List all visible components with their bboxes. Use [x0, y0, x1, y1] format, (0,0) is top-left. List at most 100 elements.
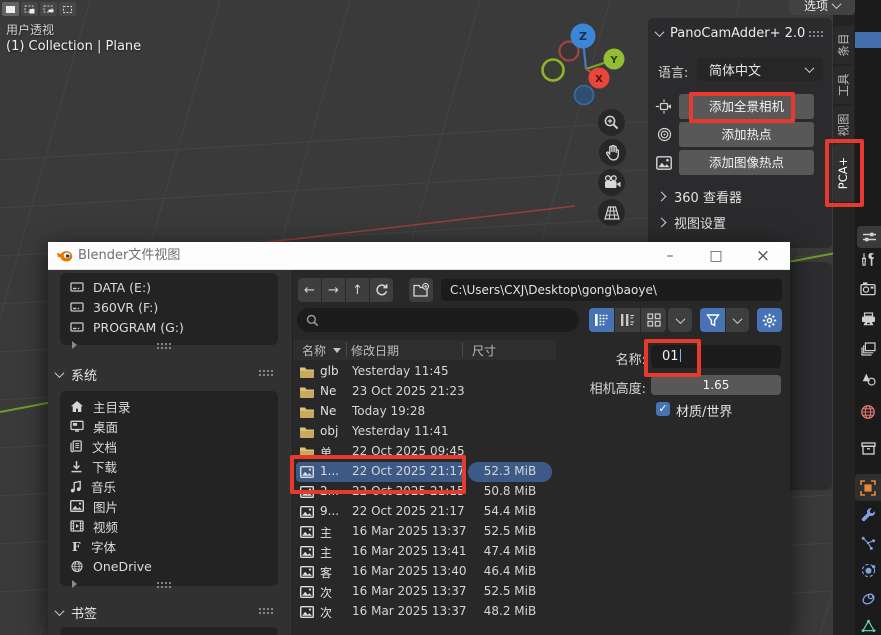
file-row[interactable]: 主16 Mar 2025 13:4147.4 MiB [296, 542, 554, 562]
new-folder-button[interactable] [409, 278, 433, 302]
language-select[interactable]: 简体中文 [698, 58, 822, 81]
image-hotspot-icon[interactable] [652, 156, 676, 170]
column-name[interactable]: 名称 [302, 342, 326, 359]
tab-视图[interactable]: 视图 [833, 106, 854, 144]
world-icon[interactable] [860, 404, 876, 420]
sidebar-item[interactable]: 音乐 [60, 476, 278, 496]
search-input[interactable] [297, 308, 579, 332]
camera-view-icon[interactable] [598, 169, 625, 196]
collapsed-section-header[interactable]: 360 查看器 [658, 183, 742, 209]
image-icon [300, 486, 314, 498]
physics-icon[interactable] [860, 562, 876, 578]
options-button[interactable]: 选项 [789, 0, 855, 15]
select-mode-intersect-button[interactable] [59, 2, 76, 16]
resize-grip[interactable] [258, 369, 273, 376]
file-row[interactable]: 1...22 Oct 2025 21:1752.3 MiB [296, 462, 554, 482]
file-row[interactable]: 次16 Mar 2025 13:3752.5 MiB [296, 582, 554, 602]
collapsed-section-header[interactable]: 视图设置 [658, 209, 742, 235]
filter-options-dropdown[interactable] [726, 308, 749, 332]
resize-grip[interactable] [156, 581, 171, 588]
file-row[interactable]: 9...22 Oct 2025 21:1754.4 MiB [296, 502, 554, 522]
select-mode-subtract-button[interactable] [40, 2, 57, 16]
view-vertical-list-button[interactable] [589, 308, 614, 332]
panel-button[interactable]: 添加热点 [679, 122, 814, 147]
sidebar-item[interactable]: 主目录 [60, 396, 278, 416]
tool-icon[interactable] [860, 251, 876, 267]
view-thumbnails-button[interactable] [641, 308, 666, 332]
sidebar-item[interactable]: 图片 [60, 496, 278, 516]
sidebar-item[interactable]: 360VR (F:) [60, 297, 278, 317]
system-section-header[interactable]: 系统 [56, 365, 97, 384]
collection-icon[interactable] [860, 440, 876, 456]
column-size[interactable]: 尺寸 [472, 342, 496, 359]
render-icon[interactable] [860, 281, 876, 297]
up-button[interactable]: ↑ [346, 278, 369, 302]
editor-type-button[interactable] [857, 226, 881, 248]
tab-工具[interactable]: 工具 [833, 66, 854, 104]
filter-funnel-button[interactable] [700, 308, 725, 332]
select-mode-extend-button[interactable] [21, 2, 38, 16]
panel-button[interactable]: 添加全景相机 [679, 94, 814, 119]
sidebar-item[interactable]: F 字体 [60, 536, 278, 556]
orientation-gizmo[interactable]: Z Y X [540, 18, 630, 110]
filename-input[interactable]: 01 [651, 345, 781, 368]
expander-icon[interactable] [72, 341, 77, 349]
path-field[interactable]: C:\Users\CXJ\Desktop\gong\baoye\ [441, 279, 782, 301]
close-button[interactable]: × [748, 242, 778, 270]
data-icon[interactable] [860, 618, 876, 634]
panel-header[interactable]: PanoCamAdder+ 2.0 [656, 26, 805, 41]
file-list-header[interactable]: 名称 修改日期 尺寸 [294, 340, 556, 360]
tab-条目[interactable]: 条目 [833, 26, 854, 64]
file-date: 22 Oct 2025 09:45 [352, 444, 465, 458]
forward-button[interactable]: → [322, 278, 345, 302]
gear-icon[interactable] [757, 308, 782, 332]
particles-icon[interactable] [860, 535, 876, 551]
file-row[interactable]: glbYesterday 11:45 [296, 362, 554, 382]
sidebar-item[interactable]: PROGRAM (G:) [60, 317, 278, 337]
material-world-checkbox[interactable] [656, 402, 670, 416]
file-row[interactable]: 2...22 Oct 2025 21:1550.8 MiB [296, 482, 554, 502]
modifier-icon[interactable] [860, 507, 876, 523]
scene-icon[interactable] [860, 371, 876, 387]
back-button[interactable]: ← [298, 278, 321, 302]
column-date[interactable]: 修改日期 [351, 342, 399, 359]
hotspot-icon[interactable] [652, 127, 676, 142]
view-horizontal-list-button[interactable] [615, 308, 640, 332]
resize-grip[interactable] [258, 607, 273, 614]
select-mode-new-button[interactable] [2, 2, 19, 16]
tab-PCA+[interactable]: PCA+ [833, 144, 854, 202]
output-icon[interactable] [860, 311, 876, 327]
svg-text:Y: Y [609, 55, 618, 66]
sidebar-item[interactable]: OneDrive [60, 556, 278, 576]
zoom-icon[interactable] [598, 109, 625, 136]
constraint-icon[interactable] [860, 590, 876, 606]
sidebar-item[interactable]: 桌面 [60, 416, 278, 436]
file-row[interactable]: 主16 Mar 2025 13:3752.5 MiB [296, 522, 554, 542]
window-titlebar[interactable]: Blender文件视图 – □ × [48, 242, 790, 270]
file-row[interactable]: objYesterday 11:41 [296, 422, 554, 442]
resize-grip[interactable] [156, 342, 171, 349]
sidebar-item[interactable]: DATA (E:) [60, 277, 278, 297]
file-row[interactable]: NeToday 19:28 [296, 402, 554, 422]
pan-hand-icon[interactable] [599, 139, 626, 166]
expander-icon[interactable] [72, 580, 77, 588]
viewlayer-icon[interactable] [860, 341, 876, 357]
minimize-button[interactable]: – [655, 242, 685, 270]
panel-grip[interactable] [808, 30, 823, 37]
grid-ortho-icon[interactable] [598, 199, 625, 226]
maximize-button[interactable]: □ [701, 242, 731, 270]
file-row[interactable]: 客16 Mar 2025 13:4046.4 MiB [296, 562, 554, 582]
file-row[interactable]: Ne23 Oct 2025 21:23 [296, 382, 554, 402]
file-row[interactable]: 次16 Mar 2025 13:3748.2 MiB [296, 602, 554, 622]
sidebar-item[interactable]: 下载 [60, 456, 278, 476]
refresh-icon[interactable] [370, 278, 393, 302]
panel-button[interactable]: 添加图像热点 [679, 150, 814, 175]
add-camera-icon[interactable] [652, 99, 676, 114]
file-row[interactable]: 单22 Oct 2025 09:45 [296, 442, 554, 462]
bookmarks-section-header[interactable]: 书签 [56, 603, 97, 622]
object-icon[interactable] [860, 480, 876, 496]
sidebar-item[interactable]: 文档 [60, 436, 278, 456]
sidebar-item[interactable]: 视频 [60, 516, 278, 536]
display-settings-dropdown[interactable] [668, 308, 692, 332]
camera-height-field[interactable]: 1.65 [651, 375, 781, 395]
